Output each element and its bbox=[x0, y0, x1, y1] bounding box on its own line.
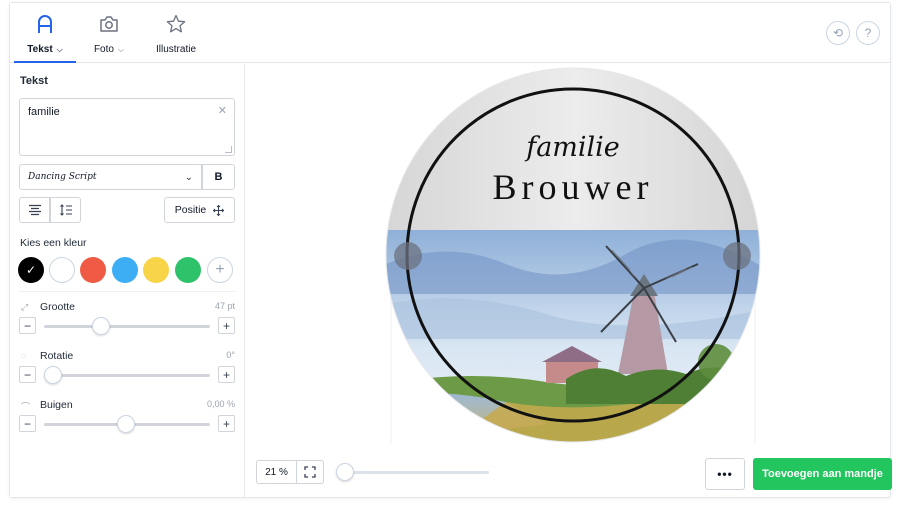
bold-button[interactable]: B bbox=[202, 164, 235, 190]
rotation-label: Rotatie bbox=[40, 350, 74, 362]
plus-icon: + bbox=[215, 261, 225, 278]
fullscreen-icon bbox=[304, 466, 316, 478]
arc-icon: ⌒ bbox=[21, 402, 31, 412]
align-center-button[interactable] bbox=[19, 197, 50, 223]
add-to-cart-button[interactable]: Toevoegen aan mandje bbox=[753, 458, 892, 490]
resize-icon: ⤢ bbox=[21, 302, 29, 312]
more-options-button[interactable]: ••• bbox=[705, 458, 745, 490]
help-icon: ? bbox=[864, 26, 872, 40]
curve-increase-button[interactable]: + bbox=[218, 415, 235, 432]
check-icon: ✓ bbox=[25, 263, 37, 277]
clear-icon[interactable]: ✕ bbox=[218, 104, 227, 117]
align-center-icon bbox=[28, 204, 41, 216]
tab-label: Foto bbox=[93, 44, 114, 55]
color-swatch-yellow[interactable] bbox=[143, 257, 169, 283]
size-slider-track[interactable] bbox=[44, 325, 210, 328]
position-button[interactable]: Positie bbox=[164, 197, 235, 223]
editor-window: Tekst ⌵ Foto ⌵ Illustratie ⟲ ? Tekst famil… bbox=[9, 2, 892, 498]
color-swatch-black[interactable]: ✓ bbox=[18, 257, 44, 283]
tab-tekst[interactable]: Tekst ⌵ bbox=[14, 3, 76, 63]
curve-value: 0,00 % bbox=[206, 399, 235, 409]
curve-slider-thumb[interactable] bbox=[117, 415, 135, 433]
color-swatch-red[interactable] bbox=[80, 257, 106, 283]
refresh-button[interactable]: ⟲ bbox=[826, 21, 850, 45]
chevron-down-icon: ⌄ bbox=[184, 171, 193, 183]
zoom-slider-track[interactable] bbox=[339, 471, 489, 474]
top-toolbar: Tekst ⌵ Foto ⌵ Illustratie ⟲ ? bbox=[10, 3, 890, 63]
camera-icon bbox=[99, 13, 119, 35]
help-button[interactable]: ? bbox=[856, 21, 880, 45]
design-text-line1[interactable]: familie bbox=[524, 132, 620, 163]
size-slider-thumb[interactable] bbox=[92, 317, 110, 335]
rotation-increase-button[interactable]: + bbox=[218, 366, 235, 383]
text-settings-panel: Tekst familie ✕ Dancing Script ⌄ B Posit… bbox=[10, 64, 245, 497]
rotation-value: 0° bbox=[226, 350, 235, 360]
text-input[interactable]: familie ✕ bbox=[19, 98, 235, 156]
color-swatch-green[interactable] bbox=[175, 257, 201, 283]
color-swatch-blue[interactable] bbox=[112, 257, 138, 283]
bottom-toolbar: 21 % ••• Toevoegen aan mandje bbox=[246, 444, 892, 497]
line-spacing-icon bbox=[59, 204, 72, 216]
resize-handle-right[interactable] bbox=[723, 242, 751, 270]
add-color-button[interactable]: + bbox=[207, 257, 233, 283]
design-canvas[interactable]: familie Brouwer bbox=[246, 64, 890, 444]
size-label: Grootte bbox=[40, 301, 76, 313]
size-increase-button[interactable]: + bbox=[218, 317, 235, 334]
design-text-line2[interactable]: Brouwer bbox=[493, 167, 654, 207]
fullscreen-button[interactable] bbox=[296, 460, 324, 484]
curve-decrease-button[interactable]: − bbox=[19, 415, 36, 432]
tab-illustratie[interactable]: Illustratie bbox=[148, 3, 204, 63]
chevron-down-icon: ⌵ bbox=[117, 44, 125, 54]
text-input-value: familie bbox=[28, 106, 60, 118]
chevron-down-icon: ⌵ bbox=[56, 44, 63, 54]
tab-label: Illustratie bbox=[155, 44, 196, 55]
text-a-icon bbox=[36, 13, 54, 35]
font-select[interactable]: Dancing Script ⌄ bbox=[19, 164, 202, 190]
rotate-icon: ◌ bbox=[21, 351, 27, 361]
design-preview[interactable]: familie Brouwer bbox=[246, 64, 890, 444]
tab-label: Tekst bbox=[27, 44, 53, 55]
move-icon bbox=[213, 204, 225, 216]
curve-control: ⌒ Buigen 0,00 % − + bbox=[19, 399, 235, 439]
rotation-slider-thumb[interactable] bbox=[44, 366, 62, 384]
zoom-slider-thumb[interactable] bbox=[336, 463, 354, 481]
resize-handle-icon[interactable] bbox=[225, 146, 232, 153]
divider bbox=[19, 291, 235, 292]
position-label: Positie bbox=[174, 204, 207, 216]
color-picker-label: Kies een kleur bbox=[20, 237, 87, 249]
star-icon bbox=[166, 13, 186, 35]
size-control: ⤢ Grootte 47 pt − + bbox=[19, 301, 235, 341]
rotation-control: ◌ Rotatie 0° − + bbox=[19, 350, 235, 390]
color-swatch-white[interactable] bbox=[49, 257, 75, 283]
curve-label: Buigen bbox=[40, 399, 73, 411]
size-decrease-button[interactable]: − bbox=[19, 317, 36, 334]
panel-title: Tekst bbox=[20, 75, 48, 87]
rotation-decrease-button[interactable]: − bbox=[19, 366, 36, 383]
refresh-icon: ⟲ bbox=[832, 26, 844, 40]
resize-handle-left[interactable] bbox=[394, 242, 422, 270]
rotation-slider-track[interactable] bbox=[44, 374, 210, 377]
zoom-value[interactable]: 21 % bbox=[256, 460, 297, 484]
line-spacing-button[interactable] bbox=[50, 197, 81, 223]
tab-foto[interactable]: Foto ⌵ bbox=[80, 3, 138, 63]
size-value: 47 pt bbox=[214, 301, 235, 311]
font-select-value: Dancing Script bbox=[28, 172, 97, 182]
